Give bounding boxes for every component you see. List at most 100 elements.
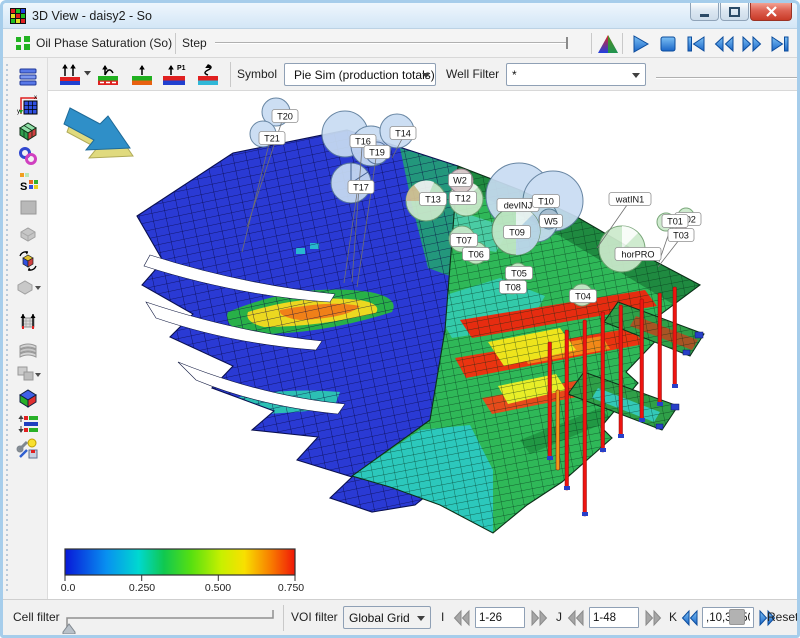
play-icon: [628, 33, 652, 55]
cell-filter-slider-handle: [63, 624, 75, 634]
chevron-down-icon: [417, 616, 425, 625]
layer-mesh-icon[interactable]: [15, 336, 41, 362]
svg-text:T20: T20: [277, 112, 293, 122]
svg-text:T21: T21: [264, 134, 280, 144]
legend-tick-3: 0.750: [278, 582, 304, 594]
minimize-button[interactable]: [690, 3, 719, 21]
next-icon: [643, 609, 663, 627]
svg-text:watIN1: watIN1: [615, 195, 645, 205]
close-icon: [766, 6, 777, 17]
svg-text:P1: P1: [177, 65, 186, 72]
play-button[interactable]: [627, 33, 652, 55]
j-next-button[interactable]: [642, 607, 664, 628]
prev-icon: [566, 609, 586, 627]
link-views-icon[interactable]: [15, 143, 41, 169]
previous-frame-icon: [712, 33, 736, 55]
first-frame-icon: [684, 33, 708, 55]
rotate-3d-icon[interactable]: [15, 248, 41, 274]
last-frame-icon: [768, 33, 792, 55]
symbol-combo[interactable]: Pie Sim (production totals): [284, 63, 436, 86]
chevron-down-icon: [422, 73, 430, 82]
i-label: I: [441, 610, 444, 624]
i-prev-button[interactable]: [451, 607, 473, 628]
close-button[interactable]: [750, 3, 792, 21]
well-filter-label: Well Filter: [446, 67, 499, 81]
app-window: 3D View - daisy2 - So Oil Phase Saturati…: [0, 0, 800, 638]
animation-toolbar: Oil Phase Saturation (So) Step: [3, 29, 797, 58]
window-title: 3D View - daisy2 - So: [32, 9, 152, 23]
svg-text:T01: T01: [667, 217, 683, 227]
svg-text:T08: T08: [505, 283, 521, 293]
step-slider-handle[interactable]: [566, 37, 568, 49]
first-frame-button[interactable]: [683, 33, 708, 55]
voi-filter-combo[interactable]: Global Grid: [343, 606, 431, 629]
layer-filter-icon[interactable]: [15, 411, 41, 437]
wells-section-icon[interactable]: [15, 308, 41, 334]
svg-text:T19: T19: [369, 148, 385, 158]
producer-layer-icon[interactable]: [130, 62, 156, 87]
reset-button[interactable]: Reset: [767, 610, 798, 624]
app-icon: [10, 8, 26, 24]
blocks-dropdown-icon[interactable]: [15, 360, 41, 386]
j-range-input[interactable]: [589, 607, 639, 628]
svg-text:T09: T09: [509, 228, 525, 238]
chevron-down-icon: [632, 73, 640, 82]
svg-text:y: y: [17, 109, 20, 115]
left-toolbar: xy S: [3, 58, 48, 599]
svg-text:S: S: [20, 181, 27, 192]
tree-list-icon[interactable]: [15, 64, 41, 90]
property-icon: [15, 35, 32, 57]
ternary-diagram-button[interactable]: [595, 33, 620, 55]
injector-cycle-icon[interactable]: [96, 62, 122, 87]
property-name[interactable]: Oil Phase Saturation (So): [36, 36, 172, 50]
3d-grid-view-icon[interactable]: [15, 118, 41, 144]
j-label: J: [556, 610, 562, 624]
svg-text:devINJ: devINJ: [504, 201, 533, 211]
svg-text:T07: T07: [456, 236, 472, 246]
svg-text:T06: T06: [468, 250, 484, 260]
tools-options-icon[interactable]: [15, 435, 41, 461]
svg-text:T03: T03: [673, 231, 689, 241]
color-cube-icon[interactable]: [15, 385, 41, 411]
solid-view-icon[interactable]: [15, 221, 41, 247]
stop-button[interactable]: [655, 33, 680, 55]
symbol-label: Symbol: [237, 67, 277, 81]
title-bar: 3D View - daisy2 - So: [3, 3, 797, 29]
stop-icon: [656, 33, 680, 55]
scale-slider[interactable]: [656, 77, 800, 79]
step-slider[interactable]: [215, 42, 567, 44]
svg-text:T10: T10: [538, 197, 554, 207]
svg-text:T12: T12: [455, 194, 471, 204]
k-prev-button[interactable]: [679, 607, 701, 628]
3d-viewport[interactable]: T02 T20 T21 T16 T14 T19 T17 T13 T12 W2 d…: [48, 91, 797, 599]
cell-filter-slider[interactable]: [61, 604, 281, 634]
maximize-icon: [729, 7, 741, 17]
j-prev-button[interactable]: [565, 607, 587, 628]
areal-2d-view-icon[interactable]: xy: [15, 92, 41, 118]
i-range-input[interactable]: [475, 607, 525, 628]
symbol-combo-value: Pie Sim (production totals): [294, 68, 435, 82]
prism-dropdown-icon[interactable]: [15, 273, 41, 299]
next-frame-button[interactable]: [739, 33, 764, 55]
plane-slice-icon[interactable]: [15, 194, 41, 220]
all-wells-icon[interactable]: [58, 62, 84, 87]
svg-text:T05: T05: [511, 269, 527, 279]
deviated-well-icon[interactable]: [196, 62, 222, 87]
prev-icon: [680, 609, 700, 627]
svg-text:T16: T16: [355, 137, 371, 147]
prev-icon: [452, 609, 472, 627]
legend-tick-2: 0.500: [205, 582, 231, 594]
voi-filter-value: Global Grid: [349, 611, 410, 625]
maximize-button[interactable]: [720, 3, 749, 21]
svg-text:W2: W2: [453, 176, 467, 186]
k-stop-button[interactable]: [729, 609, 745, 625]
producer-p1-icon[interactable]: P1: [161, 62, 187, 87]
ternary-diagram-icon: [596, 33, 620, 55]
well-filter-value: *: [512, 68, 517, 82]
well-filter-combo[interactable]: *: [506, 63, 646, 86]
i-next-button[interactable]: [528, 607, 550, 628]
previous-frame-button[interactable]: [711, 33, 736, 55]
property-legend-icon[interactable]: S: [15, 168, 41, 194]
next-frame-icon: [740, 33, 764, 55]
last-frame-button[interactable]: [767, 33, 792, 55]
